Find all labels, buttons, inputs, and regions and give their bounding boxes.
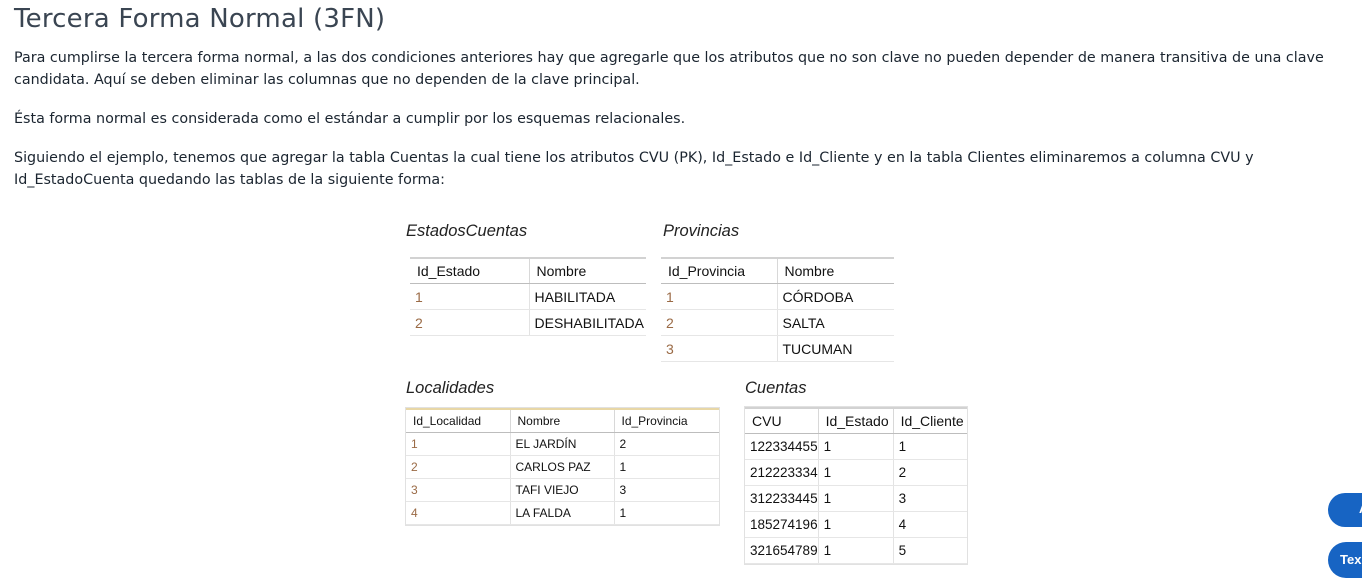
table-row: 212223334 1 2 [745,459,967,486]
table-row: 321654789 1 5 [745,537,967,564]
table-row: 185274196 1 4 [745,511,967,538]
table-cell: TUCUMAN [777,335,894,362]
table-cell: 4 [893,511,967,538]
table-row: 1 EL JARDÍN 2 [406,432,719,456]
table-cell: 3 [661,335,778,362]
column-header: Id_Provincia [614,409,719,433]
table-cell: HABILITADA [529,283,646,310]
table-cell: LA FALDA [510,501,615,525]
table-cell: 3 [893,485,967,512]
table-row: 4 LA FALDA 1 [406,501,719,525]
table-row: 2 DESHABILITADA [410,309,646,336]
table-row: 2 SALTA [661,309,894,336]
table-row: 1 HABILITADA [410,283,646,310]
table-cell: TAFI VIEJO [510,478,615,502]
table-header-row: Id_Provincia Nombre [661,258,894,284]
table-cell: 4 [406,501,511,525]
table-cell: 3 [406,478,511,502]
table-cell: 2 [614,432,719,456]
provincias-caption: Provincias [663,222,740,240]
table-cell: 321654789 [745,537,819,564]
column-header: Id_Cliente [893,408,967,434]
estados-caption: EstadosCuentas [406,222,528,240]
table-cell: 185274196 [745,511,819,538]
table-cell: 2 [661,309,778,336]
table-cell: 212223334 [745,459,819,486]
table-header-row: Id_Estado Nombre [410,258,646,284]
column-header: Id_Localidad [406,409,511,433]
table-cell: EL JARDÍN [510,432,615,456]
column-header: Id_Provincia [661,258,778,284]
table-cell: 1 [614,501,719,525]
table-row: 122334455 1 1 [745,433,967,460]
table-cell: 1 [818,459,894,486]
table-cell: 1 [818,511,894,538]
column-header: Nombre [777,258,894,284]
table-cell: CÓRDOBA [777,283,894,310]
table-row: 312233445 1 3 [745,485,967,512]
table-cell: 1 [818,433,894,460]
table-header-row: CVU Id_Estado Id_Cliente [745,408,967,434]
table-cell: 2 [893,459,967,486]
table-cell: 1 [893,433,967,460]
table-cell: 1 [406,432,511,456]
table-cell: 2 [410,309,530,336]
table-cell: 1 [661,283,778,310]
column-header: Nombre [529,258,646,284]
table-cell: CARLOS PAZ [510,455,615,479]
cuentas-table: CVU Id_Estado Id_Cliente 122334455 1 1 2… [744,406,968,565]
table-cell: 1 [410,283,530,310]
table-header-row: Id_Localidad Nombre Id_Provincia [406,409,719,433]
table-cell: 1 [818,485,894,512]
provincias-table: Id_Provincia Nombre 1 CÓRDOBA 2 SALTA 3 … [661,257,894,362]
table-cell: 1 [818,537,894,564]
intro-paragraph: Para cumplirse la tercera forma normal, … [14,50,1324,88]
table-row: 3 TUCUMAN [661,335,894,362]
table-row: 1 CÓRDOBA [661,283,894,310]
page-title: Tercera Forma Normal (3FN) [14,4,386,34]
table-row: 3 TAFI VIEJO 3 [406,478,719,502]
localidades-caption: Localidades [406,379,495,397]
standard-paragraph: Ésta forma normal es considerada como el… [14,111,686,127]
table-cell: 122334455 [745,433,819,460]
table-cell: SALTA [777,309,894,336]
column-header: Id_Estado [818,408,894,434]
example-paragraph: Siguiendo el ejemplo, tenemos que agrega… [14,150,1254,188]
text-size-button[interactable]: Tex [1328,542,1362,578]
cuentas-caption: Cuentas [745,379,807,397]
table-cell: 3 [614,478,719,502]
accessibility-button[interactable]: A [1328,493,1362,527]
table-cell: 5 [893,537,967,564]
table-cell: 312233445 [745,485,819,512]
column-header: Id_Estado [410,258,530,284]
table-cell: 2 [406,455,511,479]
table-cell: 1 [614,455,719,479]
column-header: CVU [745,408,819,434]
localidades-table: Id_Localidad Nombre Id_Provincia 1 EL JA… [405,407,720,526]
table-row: 2 CARLOS PAZ 1 [406,455,719,479]
column-header: Nombre [510,409,615,433]
estados-table: Id_Estado Nombre 1 HABILITADA 2 DESHABIL… [410,257,646,336]
table-cell: DESHABILITADA [529,309,646,336]
